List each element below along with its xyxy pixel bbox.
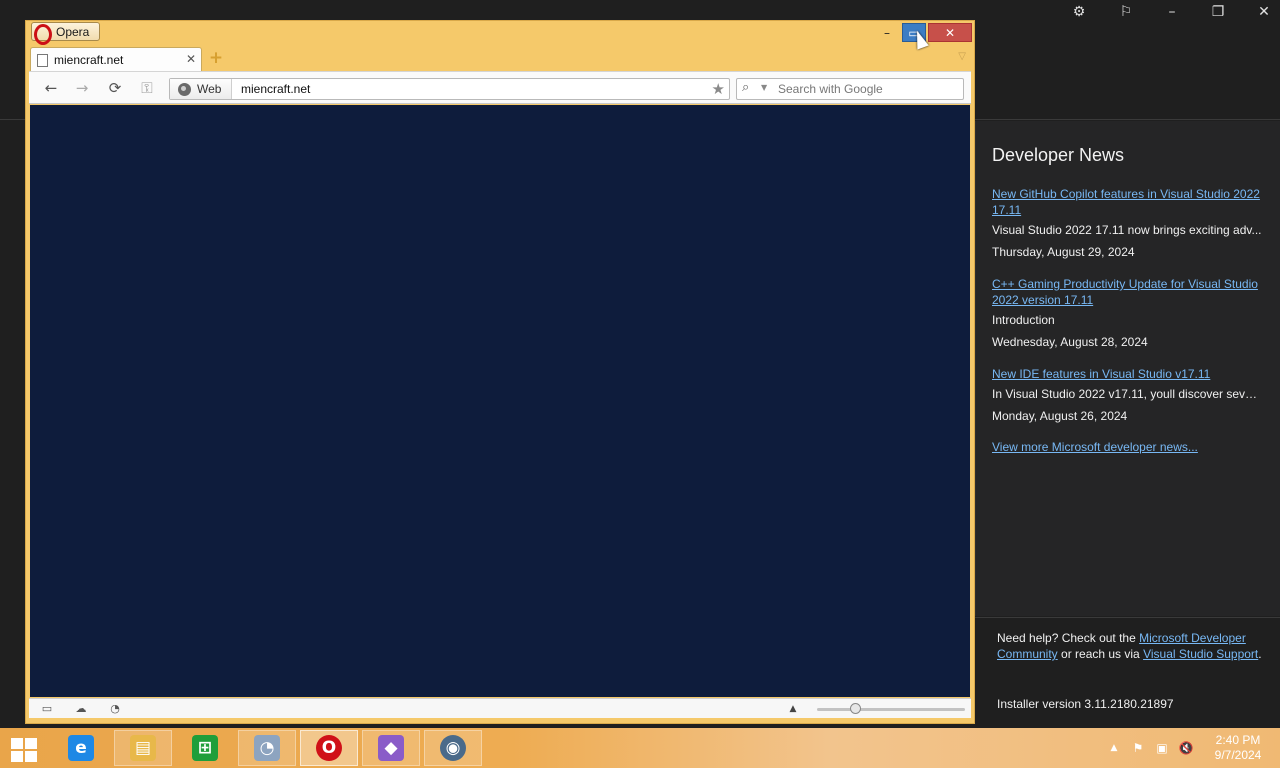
opera-window: Opera – ▭ ✕ miencraft.net ✕ + ▽ ← → ⟳ ⚿ … bbox=[25, 20, 975, 724]
system-tray: ▲ ⚑ ▣ 🔇 bbox=[1104, 728, 1204, 768]
reload-button[interactable]: ⟳ bbox=[105, 79, 125, 97]
restore-icon[interactable]: ❐ bbox=[1198, 0, 1238, 24]
windows-logo-icon bbox=[11, 751, 23, 762]
taskbar-chrome[interactable]: ◉ bbox=[424, 730, 482, 766]
network-icon[interactable]: ▣ bbox=[1154, 740, 1170, 756]
view-toggle-icon[interactable]: ▲ bbox=[785, 702, 801, 716]
show-hidden-icons-icon[interactable]: ▲ bbox=[1106, 740, 1122, 756]
page-content[interactable] bbox=[30, 105, 970, 697]
globe-icon bbox=[178, 82, 191, 96]
installer-version: Installer version 3.11.2180.21897 bbox=[997, 697, 1174, 711]
news-date: Wednesday, August 28, 2024 bbox=[992, 335, 1148, 349]
help-suffix: . bbox=[1258, 647, 1262, 661]
view-more-news-link[interactable]: View more Microsoft developer news... bbox=[992, 440, 1198, 454]
panel-toggle-icon[interactable]: ▭ bbox=[39, 702, 55, 716]
minimize-icon[interactable]: – bbox=[1152, 0, 1192, 24]
new-tab-button[interactable]: + bbox=[208, 50, 224, 67]
taskbar-internet-explorer[interactable]: e bbox=[52, 730, 110, 766]
monitor-icon: ◔ bbox=[254, 735, 280, 761]
tab-title: miencraft.net bbox=[54, 53, 124, 67]
back-button[interactable]: ← bbox=[41, 79, 61, 97]
windows-logo-icon bbox=[25, 738, 37, 749]
opera-menu-label: Opera bbox=[56, 24, 90, 39]
news-date: Thursday, August 29, 2024 bbox=[992, 245, 1135, 259]
news-link[interactable]: C++ Gaming Productivity Update for Visua… bbox=[992, 276, 1267, 308]
tab-miencraft[interactable]: miencraft.net ✕ bbox=[30, 47, 202, 72]
taskbar-vs-installer[interactable]: ◆ bbox=[362, 730, 420, 766]
news-link[interactable]: New GitHub Copilot features in Visual St… bbox=[992, 186, 1267, 218]
search-placeholder: Search with Google bbox=[778, 82, 883, 96]
site-info-label: Web bbox=[197, 82, 222, 96]
page-icon bbox=[37, 53, 48, 67]
gear-icon[interactable]: ⚙ bbox=[1059, 0, 1099, 24]
clock-time: 2:40 PM bbox=[1215, 733, 1261, 747]
clock-date: 9/7/2024 bbox=[1214, 748, 1262, 762]
url-text[interactable]: miencraft.net bbox=[241, 82, 310, 96]
taskbar: e ▤ ⊞ ◔ O ◆ ◉ ▲ ⚑ ▣ 🔇 2:40 PM 9/7/2024 bbox=[0, 728, 1280, 768]
start-button[interactable] bbox=[6, 734, 42, 764]
close-button[interactable]: ✕ bbox=[928, 23, 972, 42]
windows-logo-icon bbox=[11, 738, 23, 749]
search-input[interactable]: ⌕ ▼ Search with Google bbox=[736, 78, 964, 100]
help-panel: Need help? Check out the Microsoft Devel… bbox=[975, 617, 1280, 728]
news-link[interactable]: New IDE features in Visual Studio v17.11 bbox=[992, 366, 1267, 382]
news-date: Monday, August 26, 2024 bbox=[992, 409, 1128, 423]
opera-unite-icon[interactable]: ☁ bbox=[73, 702, 89, 716]
tab-bar: miencraft.net ✕ + ▽ bbox=[26, 47, 974, 72]
bookmark-star-icon[interactable]: ★ bbox=[712, 80, 725, 98]
action-center-flag-icon[interactable]: ⚑ bbox=[1130, 740, 1146, 756]
tab-menu-chevron-icon[interactable]: ▽ bbox=[958, 51, 966, 62]
opera-icon: O bbox=[316, 735, 342, 761]
windows-logo-icon bbox=[25, 751, 37, 762]
news-item: New GitHub Copilot features in Visual St… bbox=[992, 186, 1267, 260]
news-item: C++ Gaming Productivity Update for Visua… bbox=[992, 276, 1267, 350]
help-text: Need help? Check out the Microsoft Devel… bbox=[997, 630, 1262, 662]
address-bar[interactable]: Web miencraft.net ★ bbox=[169, 78, 730, 100]
feedback-icon[interactable]: ⚐ bbox=[1106, 0, 1146, 24]
news-title: Developer News bbox=[992, 145, 1125, 165]
taskbar-resource-monitor[interactable]: ◔ bbox=[238, 730, 296, 766]
navigation-toolbar: ← → ⟳ ⚿ Web miencraft.net ★ ⌕ ▼ Search w… bbox=[29, 71, 971, 104]
store-icon: ⊞ bbox=[192, 735, 218, 761]
help-prefix: Need help? Check out the bbox=[997, 631, 1140, 645]
clock[interactable]: 2:40 PM 9/7/2024 bbox=[1205, 733, 1271, 763]
volume-muted-icon[interactable]: 🔇 bbox=[1178, 740, 1194, 756]
site-info-badge[interactable]: Web bbox=[170, 79, 232, 99]
minimize-button[interactable]: – bbox=[874, 23, 900, 42]
opera-menu-button[interactable]: Opera bbox=[31, 22, 100, 45]
internet-explorer-icon: e bbox=[68, 735, 94, 761]
wand-key-icon[interactable]: ⚿ bbox=[137, 79, 157, 97]
taskbar-opera[interactable]: O bbox=[300, 730, 358, 766]
close-icon[interactable]: ✕ bbox=[1244, 0, 1280, 24]
folder-icon: ▤ bbox=[130, 735, 156, 761]
developer-news-panel: Developer News New GitHub Copilot featur… bbox=[975, 121, 1280, 616]
status-bar: ▭ ☁ ◔ ▲ bbox=[29, 698, 971, 718]
news-description: Introduction bbox=[992, 313, 1055, 327]
news-description: Visual Studio 2022 17.11 now brings exci… bbox=[992, 223, 1262, 237]
opera-logo-icon bbox=[34, 23, 52, 45]
chrome-icon: ◉ bbox=[440, 735, 466, 761]
taskbar-file-explorer[interactable]: ▤ bbox=[114, 730, 172, 766]
search-icon: ⌕ bbox=[742, 80, 750, 95]
taskbar-store[interactable]: ⊞ bbox=[176, 730, 234, 766]
tab-close-icon[interactable]: ✕ bbox=[186, 52, 196, 66]
search-engine-dropdown-icon[interactable]: ▼ bbox=[761, 83, 767, 92]
zoom-slider[interactable] bbox=[817, 708, 965, 711]
news-item: New IDE features in Visual Studio v17.11… bbox=[992, 366, 1267, 424]
opera-turbo-icon[interactable]: ◔ bbox=[107, 702, 123, 716]
visual-studio-installer-icon: ◆ bbox=[378, 735, 404, 761]
help-middle: or reach us via bbox=[1057, 647, 1144, 661]
vs-support-link[interactable]: Visual Studio Support bbox=[1143, 647, 1258, 661]
zoom-slider-thumb[interactable] bbox=[849, 703, 861, 714]
forward-button[interactable]: → bbox=[72, 79, 92, 97]
news-description: In Visual Studio 2022 v17.11, youll disc… bbox=[992, 387, 1262, 401]
